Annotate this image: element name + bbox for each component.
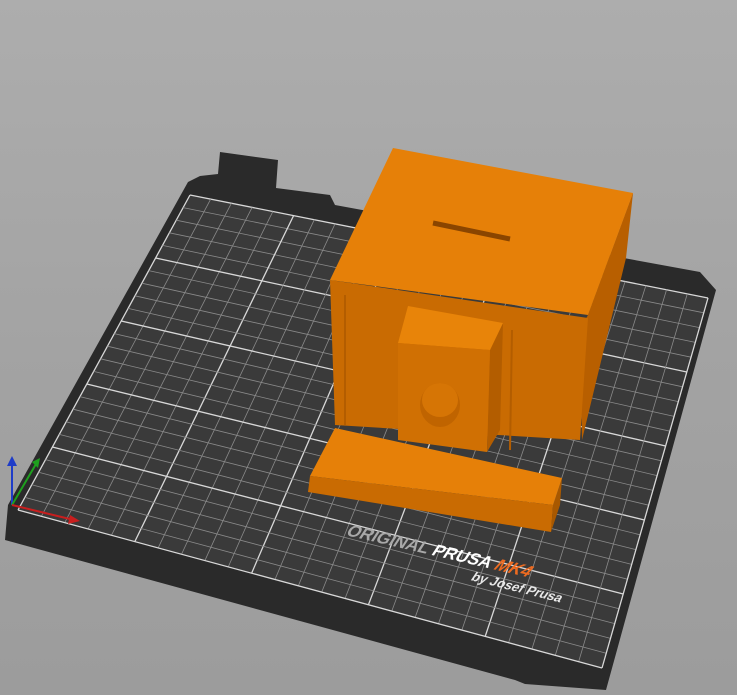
3d-viewport[interactable]: ORIGINAL PRUSA MK4 by Josef Prusa <box>0 0 737 695</box>
